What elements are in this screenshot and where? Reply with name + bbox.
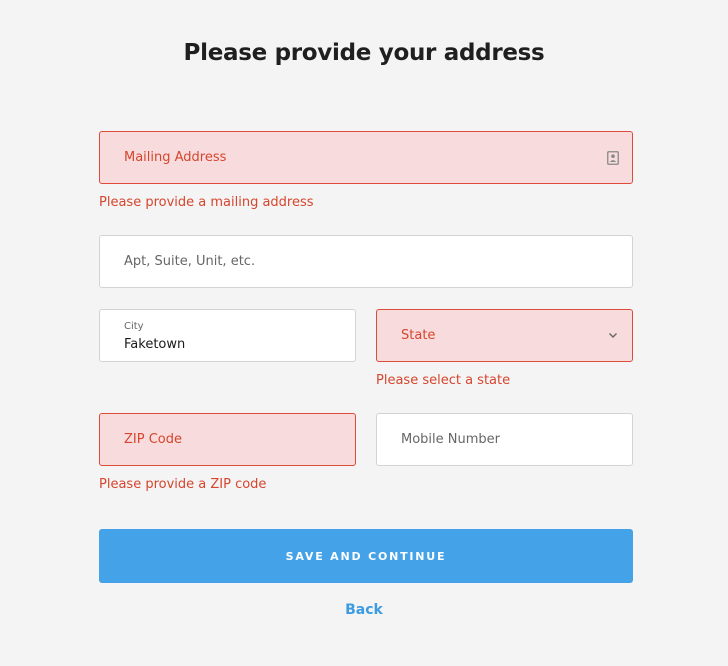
apt-input[interactable]	[100, 236, 632, 287]
state-select[interactable]: State	[376, 309, 633, 362]
contact-card-icon	[607, 151, 619, 165]
mailing-address-field[interactable]	[99, 131, 633, 184]
mobile-field[interactable]	[376, 413, 633, 466]
apt-field[interactable]	[99, 235, 633, 288]
mobile-input[interactable]	[377, 414, 632, 465]
city-value[interactable]: Faketown	[124, 337, 185, 352]
save-and-continue-button[interactable]: SAVE AND CONTINUE	[99, 529, 633, 583]
mailing-address-error: Please provide a mailing address	[99, 195, 314, 210]
state-error: Please select a state	[376, 373, 511, 388]
zip-error: Please provide a ZIP code	[99, 477, 267, 492]
mailing-address-input[interactable]	[100, 132, 632, 183]
back-link[interactable]: Back	[0, 602, 728, 618]
city-field[interactable]: City Faketown	[99, 309, 356, 362]
state-placeholder: State	[401, 328, 436, 343]
page-title: Please provide your address	[183, 40, 545, 66]
zip-field[interactable]	[99, 413, 356, 466]
zip-input[interactable]	[100, 414, 355, 465]
chevron-down-icon	[609, 333, 617, 338]
city-label: City	[124, 321, 144, 332]
